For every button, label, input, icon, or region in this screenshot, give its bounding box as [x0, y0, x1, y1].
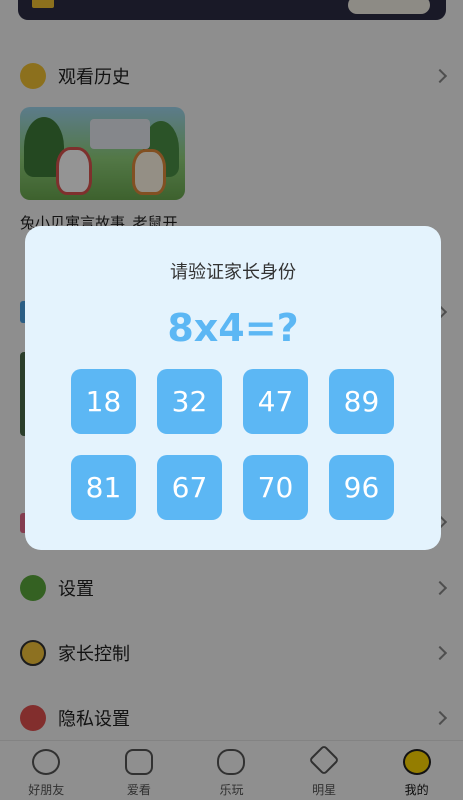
- answer-button[interactable]: 89: [329, 369, 394, 434]
- answer-button[interactable]: 67: [157, 455, 222, 520]
- parent-verification-dialog: 请验证家长身份 8x4=? 18 32 47 89 81 67 70 96: [25, 226, 441, 550]
- math-question: 8x4=?: [167, 306, 299, 350]
- answer-button[interactable]: 96: [329, 455, 394, 520]
- answer-button[interactable]: 18: [71, 369, 136, 434]
- answer-button[interactable]: 32: [157, 369, 222, 434]
- answer-grid: 18 32 47 89 81 67 70 96: [71, 369, 395, 520]
- answer-button[interactable]: 70: [243, 455, 308, 520]
- answer-button[interactable]: 47: [243, 369, 308, 434]
- answer-button[interactable]: 81: [71, 455, 136, 520]
- dialog-title: 请验证家长身份: [170, 262, 296, 283]
